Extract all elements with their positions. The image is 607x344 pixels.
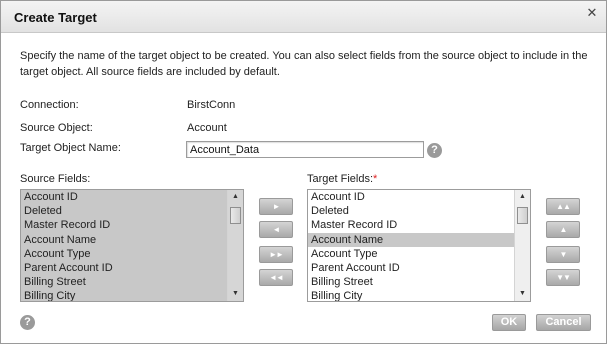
dialog-title: Create Target — [14, 10, 97, 25]
list-item[interactable]: Account ID — [21, 190, 227, 204]
required-marker: * — [373, 173, 378, 185]
list-item[interactable]: Billing City — [21, 289, 227, 301]
create-target-dialog: Create Target ✕ Specify the name of the … — [0, 0, 607, 344]
remove-one-button[interactable]: ◄ — [259, 221, 293, 238]
dialog-titlebar: Create Target ✕ — [1, 1, 606, 33]
add-all-button[interactable]: ►► — [259, 246, 293, 263]
target-object-name-input[interactable] — [186, 141, 424, 158]
move-up-button[interactable]: ▲ — [546, 221, 580, 238]
list-item[interactable]: Parent Account ID — [308, 261, 514, 275]
source-fields-list[interactable]: Account ID Deleted Master Record ID Acco… — [20, 189, 244, 302]
scroll-thumb[interactable] — [230, 207, 241, 224]
remove-all-button[interactable]: ◄◄ — [259, 269, 293, 286]
move-to-top-button[interactable]: ▲▲ — [546, 198, 580, 215]
list-item[interactable]: Deleted — [21, 204, 227, 218]
ok-button[interactable]: OK — [492, 314, 526, 331]
cancel-button[interactable]: Cancel — [536, 314, 591, 331]
list-item[interactable]: Account Type — [308, 247, 514, 261]
close-icon[interactable]: ✕ — [585, 6, 599, 20]
dialog-description: Specify the name of the target object to… — [20, 50, 588, 78]
scroll-down-icon[interactable]: ▼ — [515, 287, 530, 301]
connection-label: Connection: — [20, 99, 79, 111]
list-item[interactable]: Deleted — [308, 204, 514, 218]
source-object-label: Source Object: — [20, 122, 93, 134]
connection-value: BirstConn — [187, 99, 236, 111]
scroll-up-icon[interactable]: ▲ — [515, 190, 530, 204]
target-object-name-label: Target Object Name: — [20, 142, 121, 154]
target-fields-label: Target Fields:* — [307, 173, 377, 185]
source-object-value: Account — [187, 122, 227, 134]
list-item[interactable]: Account ID — [308, 190, 514, 204]
list-item[interactable]: Parent Account ID — [21, 261, 227, 275]
move-down-button[interactable]: ▼ — [546, 246, 580, 263]
help-icon[interactable]: ? — [427, 143, 442, 158]
move-to-bottom-button[interactable]: ▼▼ — [546, 269, 580, 286]
list-item[interactable]: Account Name — [21, 233, 227, 247]
list-item[interactable]: Master Record ID — [308, 218, 514, 232]
list-item[interactable]: Billing City — [308, 289, 514, 301]
scroll-down-icon[interactable]: ▼ — [228, 287, 243, 301]
list-item-selected[interactable]: Account Name — [308, 232, 514, 247]
source-fields-scrollbar[interactable]: ▲ ▼ — [227, 190, 243, 301]
footer-help-icon[interactable]: ? — [20, 315, 35, 330]
target-fields-label-text: Target Fields: — [307, 173, 374, 185]
add-one-button[interactable]: ► — [259, 198, 293, 215]
list-item[interactable]: Billing Street — [21, 275, 227, 289]
scroll-thumb[interactable] — [517, 207, 528, 224]
list-item[interactable]: Master Record ID — [21, 218, 227, 232]
list-item[interactable]: Billing Street — [308, 275, 514, 289]
scroll-up-icon[interactable]: ▲ — [228, 190, 243, 204]
list-item[interactable]: Account Type — [21, 247, 227, 261]
target-fields-scrollbar[interactable]: ▲ ▼ — [514, 190, 530, 301]
target-fields-list[interactable]: Account ID Deleted Master Record ID Acco… — [307, 189, 531, 302]
source-fields-label: Source Fields: — [20, 173, 91, 185]
